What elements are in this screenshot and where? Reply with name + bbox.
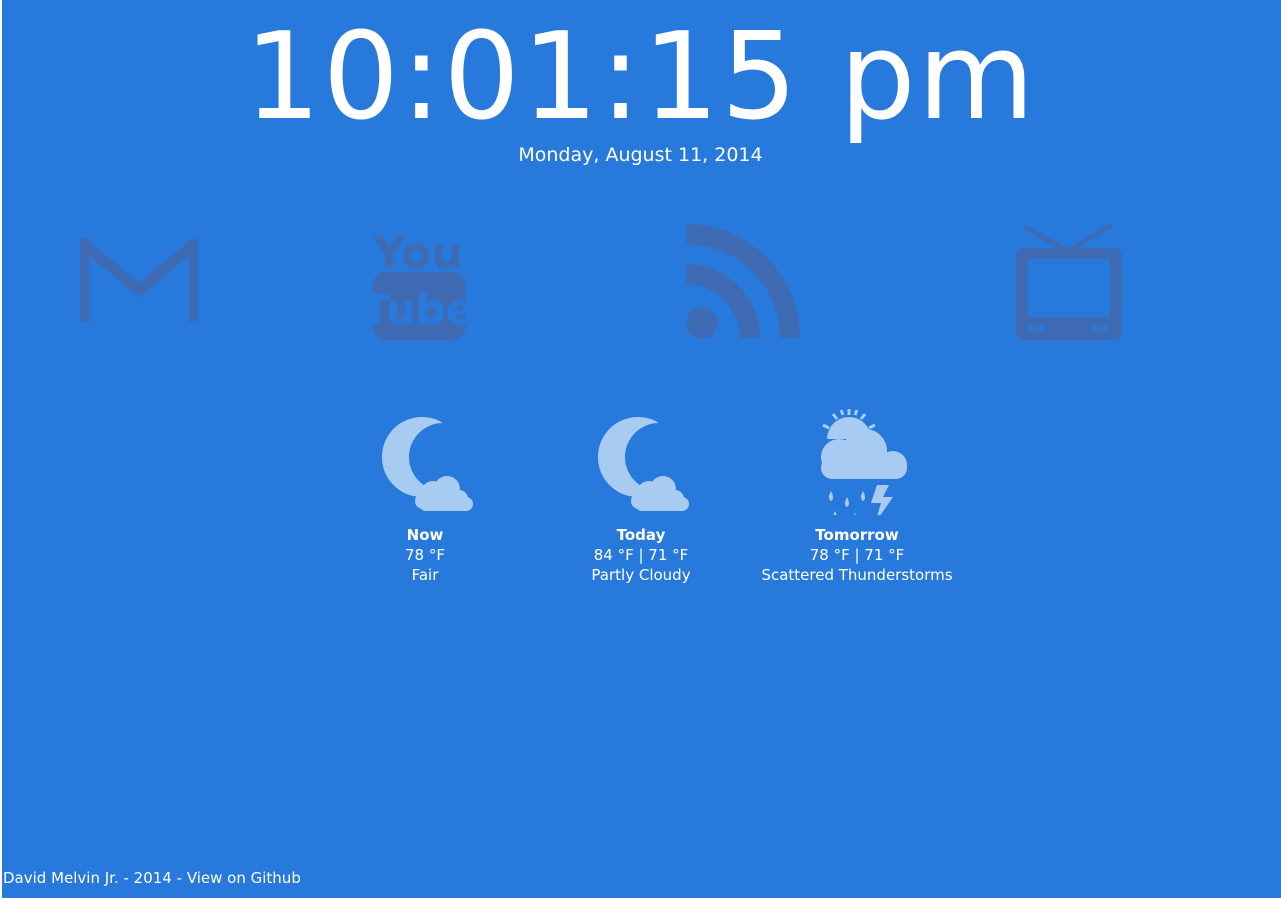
footer-separator: - bbox=[171, 869, 187, 887]
weather-tomorrow-temp: 78 °F | 71 °F bbox=[809, 546, 905, 564]
clock-time: 10:01:15 pm bbox=[244, 8, 1037, 147]
rss-icon bbox=[685, 224, 800, 339]
weather-now: Now 78 °F Fair bbox=[305, 405, 545, 585]
gmail-link[interactable] bbox=[80, 238, 198, 326]
weather-today-temp: 84 °F | 71 °F bbox=[593, 546, 689, 564]
youtube-link[interactable]: You Tube bbox=[370, 222, 468, 342]
footer-separator: - bbox=[118, 869, 134, 887]
tv-icon bbox=[1016, 223, 1122, 340]
youtube-icon: You Tube bbox=[370, 228, 468, 340]
tv-link[interactable] bbox=[1014, 222, 1124, 342]
footer: David Melvin Jr. - 2014 - View on Github bbox=[3, 868, 301, 888]
weather-today-label: Today bbox=[616, 526, 666, 544]
footer-author: David Melvin Jr. bbox=[3, 869, 119, 887]
clock-date: Monday, August 11, 2014 bbox=[518, 144, 763, 166]
github-link[interactable]: View on Github bbox=[187, 869, 301, 887]
weather-tomorrow: Tomorrow 78 °F | 71 °F Scattered Thunder… bbox=[737, 405, 977, 585]
youtube-logo-you: You bbox=[372, 228, 462, 279]
weather-tomorrow-condition: Scattered Thunderstorms bbox=[761, 566, 953, 584]
gmail-icon bbox=[80, 238, 198, 322]
weather-now-temp: 78 °F bbox=[405, 546, 445, 564]
weather-tomorrow-label: Tomorrow bbox=[815, 526, 899, 544]
weather-now-label: Now bbox=[406, 526, 444, 544]
weather-today: Today 84 °F | 71 °F Partly Cloudy bbox=[521, 405, 761, 585]
weather-now-condition: Fair bbox=[411, 566, 439, 584]
weather-today-condition: Partly Cloudy bbox=[591, 566, 691, 584]
thunderstorm-icon bbox=[821, 409, 907, 515]
moon-cloud-icon bbox=[381, 417, 473, 511]
moon-cloud-icon bbox=[597, 417, 689, 511]
rss-link[interactable] bbox=[684, 222, 804, 342]
footer-year: 2014 bbox=[133, 869, 172, 887]
youtube-logo-tube: Tube bbox=[370, 285, 468, 334]
